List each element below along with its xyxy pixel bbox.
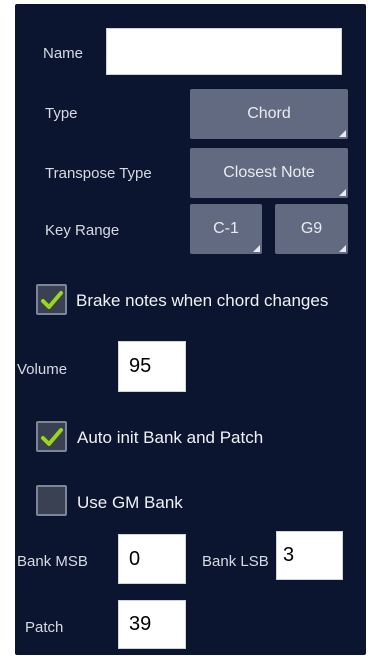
bank-msb-input[interactable]: 0 (118, 534, 186, 584)
key-range-low-value: C-1 (213, 220, 239, 237)
volume-input[interactable]: 95 (118, 341, 186, 392)
dropdown-corner-icon (339, 189, 346, 196)
patch-label: Patch (25, 619, 64, 636)
key-range-high-value: G9 (300, 220, 323, 237)
name-label: Name (43, 45, 84, 62)
settings-screen: Name Type Chord Transpose Type Closest N… (0, 0, 376, 659)
transpose-type-selector-button[interactable]: Closest Note (190, 148, 348, 198)
dropdown-corner-icon (339, 245, 346, 252)
type-value: Chord (247, 105, 291, 122)
dropdown-corner-icon (253, 245, 260, 252)
type-selector-button[interactable]: Chord (190, 89, 348, 139)
auto-init-label[interactable]: Auto init Bank and Patch (77, 428, 263, 448)
bank-lsb-label: Bank LSB (202, 553, 269, 570)
channel-settings-panel: Name Type Chord Transpose Type Closest N… (15, 4, 366, 655)
use-gm-bank-label[interactable]: Use GM Bank (77, 493, 183, 513)
patch-input[interactable]: 39 (118, 600, 186, 649)
checkmark-icon (41, 428, 63, 446)
transpose-type-label: Transpose Type (45, 165, 152, 182)
dropdown-corner-icon (339, 130, 346, 137)
brake-notes-checkbox[interactable] (36, 284, 67, 315)
key-range-low-button[interactable]: C-1 (190, 204, 262, 254)
brake-notes-label[interactable]: Brake notes when chord changes (76, 291, 328, 311)
key-range-high-button[interactable]: G9 (275, 204, 348, 254)
auto-init-checkbox[interactable] (36, 421, 67, 452)
transpose-type-value: Closest Note (223, 164, 315, 181)
bank-msb-label: Bank MSB (17, 553, 88, 570)
name-input[interactable] (106, 28, 342, 75)
bank-lsb-input[interactable]: 3 (276, 531, 343, 580)
checkmark-icon (41, 291, 63, 309)
use-gm-bank-checkbox[interactable] (36, 485, 67, 516)
type-label: Type (45, 105, 78, 122)
volume-label: Volume (17, 361, 68, 378)
key-range-label: Key Range (45, 222, 120, 239)
